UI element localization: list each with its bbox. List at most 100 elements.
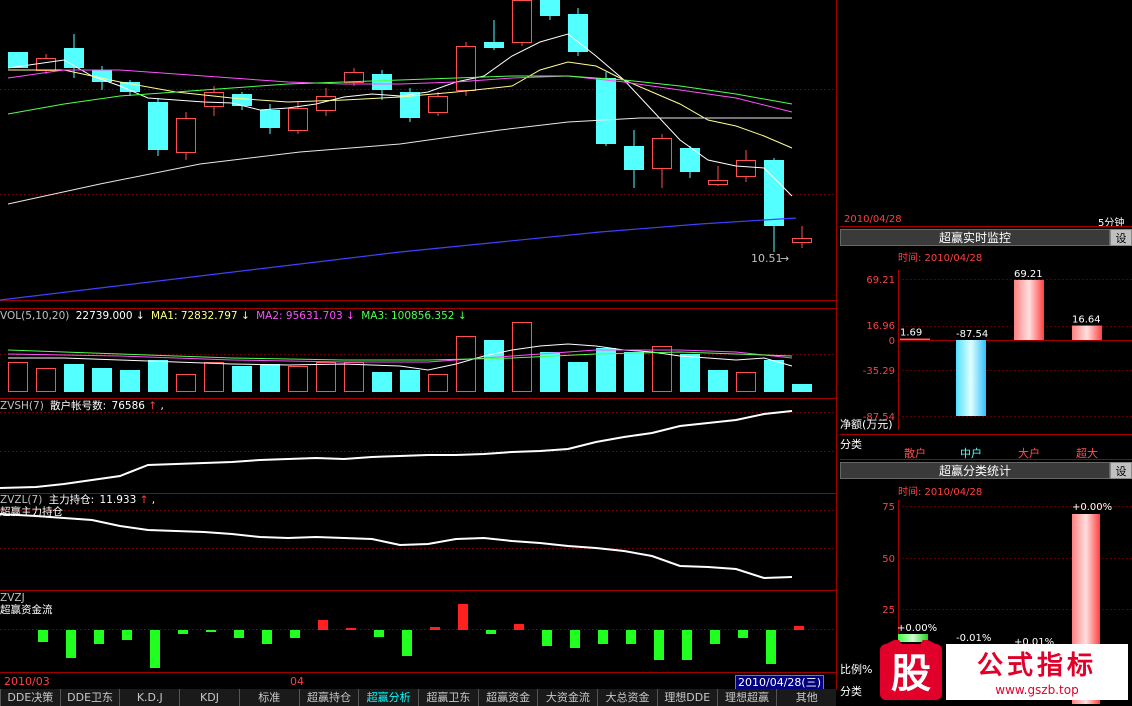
tab-0[interactable]: DDE决策 [0, 689, 60, 706]
candle-body [512, 0, 532, 43]
volume-bar [792, 384, 812, 392]
candle [764, 158, 784, 252]
tab-6[interactable]: 超赢分析 [358, 689, 418, 706]
tab-5[interactable]: 超赢持仓 [298, 689, 359, 706]
candle [512, 0, 532, 46]
monitor-axis-label: 69.21 [866, 275, 895, 286]
volume-bar [148, 360, 168, 392]
monitor-bar-0 [900, 338, 930, 340]
volume-bar [708, 370, 728, 392]
watermark-logo: 股 公式指标 www.gszb.top [880, 640, 1128, 700]
candle-body [764, 160, 784, 226]
monitor-categories: 散户 中户 大户 超大 [904, 446, 1098, 460]
price-low-label: 10.51 [751, 252, 783, 265]
vol-ma1: MA1: 72832.797 [151, 310, 238, 322]
candle [204, 86, 224, 116]
volume-bar [120, 370, 140, 392]
candle-body [92, 70, 112, 82]
monitor-title: 超赢实时监控 [840, 229, 1110, 246]
tab-13[interactable]: 其他 [776, 689, 836, 706]
candle [624, 130, 644, 188]
flow-bar [66, 630, 76, 658]
candle-body [148, 102, 168, 150]
volume-bar [176, 374, 196, 392]
volume-bar [736, 372, 756, 392]
candle-body [176, 118, 196, 153]
flow-bar [710, 630, 720, 644]
volume-bar [484, 340, 504, 392]
monitor-bar-2 [1014, 279, 1044, 340]
vol-ma2-arrow: ↓ [346, 310, 355, 322]
candle-body [792, 238, 812, 243]
candle [344, 68, 364, 86]
tab-9[interactable]: 大资金流 [537, 689, 597, 706]
classify-settings-button[interactable]: 设 [1110, 462, 1132, 479]
flow-bar [514, 624, 524, 630]
volume-bar [232, 366, 252, 392]
tab-3[interactable]: KDJ [179, 689, 239, 706]
volume-bar [64, 364, 84, 392]
volume-bar [540, 352, 560, 392]
flow-bar [178, 630, 188, 634]
indicator-tab-bar: DDE决策 DDE卫东 K.D.J KDJ 标准 超赢持仓 超赢分析 超赢卫东 超赢资金 大资金流… [0, 689, 836, 706]
monitor-category-0: 散户 [904, 446, 926, 460]
vol-ma3-arrow: ↓ [458, 310, 467, 322]
flow-bar [374, 630, 384, 637]
candle [484, 20, 504, 50]
volume-bar [8, 362, 28, 392]
tab-11[interactable]: 理想DDE [656, 689, 717, 706]
watermark-char: 股 [891, 651, 931, 697]
candle-body [624, 146, 644, 170]
candle [176, 112, 196, 160]
flow-bar [318, 620, 328, 630]
candle-body [540, 0, 560, 16]
monitor-axis-label: -35.29 [863, 366, 895, 377]
zvzl-name: ZVZL(7) [0, 494, 42, 506]
tab-4[interactable]: 标准 [238, 689, 299, 706]
flow-bar [738, 630, 748, 638]
volume-bar [372, 372, 392, 392]
classify-axis-label: 50 [882, 554, 895, 565]
vol-arrow: ↓ [136, 310, 145, 322]
flow-bar [654, 630, 664, 660]
vol-ma1-arrow: ↓ [241, 310, 250, 322]
monitor-bar-3 [1072, 325, 1102, 340]
candle-body [372, 74, 392, 90]
tab-8[interactable]: 超赢资金 [477, 689, 538, 706]
flow-bar [598, 630, 608, 644]
volume-bar [260, 364, 280, 392]
zvzj-legend: ZVZJ [0, 592, 25, 604]
zvzl-line [0, 513, 793, 580]
monitor-settings-button[interactable]: 设 [1110, 229, 1132, 246]
flow-bar [122, 630, 132, 640]
tab-10[interactable]: 大总资金 [597, 689, 657, 706]
candle-body [36, 58, 56, 71]
volume-bar [568, 362, 588, 392]
monitor-value-label: 16.64 [1072, 315, 1101, 326]
candle [428, 92, 448, 116]
flow-bar [150, 630, 160, 668]
ma-line-blue [0, 217, 797, 301]
candle [540, 0, 560, 20]
candlestick-series [8, 0, 812, 252]
main-chart[interactable]: 10.51 → VOL(5,10,20) 22739.000 ↓ MA1: 72… [0, 0, 838, 690]
flow-bar [430, 627, 440, 630]
candle [792, 226, 812, 248]
candle-body [596, 78, 616, 144]
tab-2[interactable]: K.D.J [119, 689, 179, 706]
flow-bar [458, 604, 468, 630]
monitor-category-3: 超大 [1076, 446, 1098, 460]
tab-12[interactable]: 理想超赢 [716, 689, 777, 706]
flow-bar [94, 630, 104, 644]
tab-7[interactable]: 超赢卫东 [418, 689, 478, 706]
tab-1[interactable]: DDE卫东 [59, 689, 120, 706]
flow-bar [626, 630, 636, 644]
monitor-category-2: 大户 [1018, 446, 1040, 460]
monitor-value-label: 69.21 [1014, 269, 1043, 280]
flow-bar [206, 630, 216, 632]
vol-value: 22739.000 [76, 310, 133, 322]
monitor-value-label: 1.69 [900, 328, 922, 339]
flow-bar [570, 630, 580, 648]
zvsh-label: 散户帐号数: [50, 399, 106, 412]
volume-bar [92, 368, 112, 392]
